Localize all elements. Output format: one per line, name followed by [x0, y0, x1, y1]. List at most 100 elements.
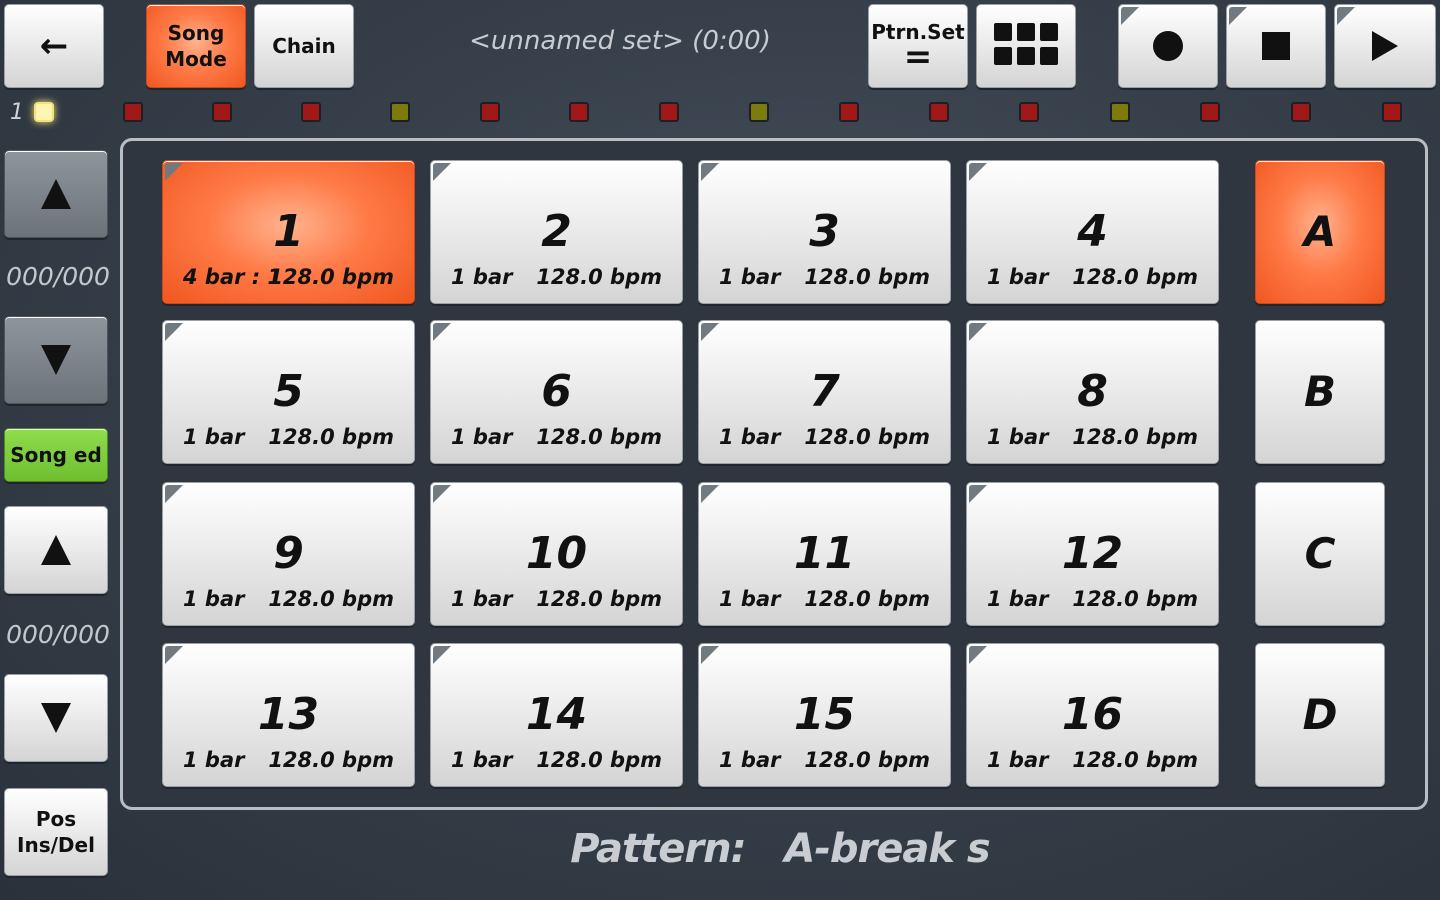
pad-bar-length: 4 bar : 1: [183, 265, 283, 289]
pattern-pad-8[interactable]: 8 1 bar 128.0 bpm: [966, 320, 1219, 464]
bank-button-a[interactable]: A: [1255, 160, 1385, 304]
pad-number: 16: [1061, 689, 1124, 740]
scroll-down-button-2[interactable]: [4, 674, 108, 762]
pad-bar-length: 1 bar: [183, 425, 245, 449]
song-mode-label-line1: Song: [167, 21, 225, 45]
pad-tempo: 128.0 bpm: [268, 748, 394, 772]
pad-number: 9: [273, 528, 304, 579]
bank-button-d[interactable]: D: [1255, 643, 1385, 787]
pattern-set-button[interactable]: Ptrn.Set =: [868, 4, 968, 88]
pad-bar-length: 1 bar: [451, 425, 513, 449]
step-led: [659, 102, 679, 122]
pad-number: 3: [809, 206, 840, 257]
set-title: <unnamed set> (0:00): [469, 26, 771, 56]
pad-bar-length: 1 bar: [719, 265, 781, 289]
pattern-pad-10[interactable]: 10 1 bar 128.0 bpm: [430, 482, 683, 626]
pad-number: 12: [1061, 528, 1124, 579]
pos-label-line1: Pos: [35, 807, 77, 831]
stop-icon: [1262, 32, 1290, 60]
step-led: [929, 102, 949, 122]
chain-button[interactable]: Chain: [254, 4, 354, 88]
pattern-pad-6[interactable]: 6 1 bar 128.0 bpm: [430, 320, 683, 464]
bank-button-b[interactable]: B: [1255, 320, 1385, 464]
pad-number: 2: [541, 206, 572, 257]
song-edit-label: Song ed: [10, 443, 102, 467]
back-arrow-icon: ←: [39, 26, 69, 66]
step-led: [212, 102, 232, 122]
pad-tempo: 128.0 bpm: [268, 265, 394, 289]
pad-number: 6: [541, 366, 572, 417]
scroll-up-button-2[interactable]: [4, 506, 108, 594]
pad-number: 4: [1077, 206, 1108, 257]
triangle-up-icon: [41, 179, 71, 209]
back-button[interactable]: ←: [4, 4, 104, 88]
triangle-up-icon: [41, 535, 71, 565]
pattern-pad-2[interactable]: 2 1 bar 128.0 bpm: [430, 160, 683, 304]
step-led-row: [0, 101, 1440, 125]
pad-number: 5: [273, 366, 304, 417]
bank-label: B: [1303, 367, 1336, 416]
step-led: [301, 102, 321, 122]
pad-tempo: 128.0 bpm: [536, 425, 662, 449]
pattern-pad-5[interactable]: 5 1 bar 128.0 bpm: [162, 320, 415, 464]
pad-bar-length: 1 bar: [987, 265, 1049, 289]
pad-tempo: 128.0 bpm: [536, 587, 662, 611]
play-icon: [1372, 31, 1398, 61]
pad-bar-length: 1 bar: [987, 425, 1049, 449]
song-mode-label-line2: Mode: [165, 47, 227, 71]
pad-tempo: 128.0 bpm: [804, 425, 930, 449]
pattern-label: Pattern:: [570, 826, 746, 872]
play-button[interactable]: [1334, 4, 1436, 88]
record-button[interactable]: [1118, 4, 1218, 88]
chain-label: Chain: [272, 34, 336, 58]
pattern-pad-7[interactable]: 7 1 bar 128.0 bpm: [698, 320, 951, 464]
pad-number: 13: [257, 689, 320, 740]
equals-icon: =: [903, 37, 933, 77]
pattern-pad-15[interactable]: 15 1 bar 128.0 bpm: [698, 643, 951, 787]
grid-view-button[interactable]: [976, 4, 1076, 88]
pad-number: 7: [809, 366, 840, 417]
pad-bar-length: 1 bar: [719, 587, 781, 611]
pad-bar-length: 1 bar: [183, 748, 245, 772]
step-led: [1019, 102, 1039, 122]
pos-label-line2: Ins/Del: [17, 833, 95, 857]
pad-tempo: 128.0 bpm: [1072, 587, 1198, 611]
song-position-counter-bottom: 000/000: [6, 620, 110, 649]
step-led: [1291, 102, 1311, 122]
grid-icon: [994, 23, 1058, 69]
pattern-pad-4[interactable]: 4 1 bar 128.0 bpm: [966, 160, 1219, 304]
step-led: [749, 102, 769, 122]
pad-number: 14: [525, 689, 588, 740]
bank-button-c[interactable]: C: [1255, 482, 1385, 626]
bank-label: A: [1303, 207, 1337, 256]
pattern-pad-9[interactable]: 9 1 bar 128.0 bpm: [162, 482, 415, 626]
pad-number: 15: [793, 689, 856, 740]
step-led: [1110, 102, 1130, 122]
pattern-pad-13[interactable]: 13 1 bar 128.0 bpm: [162, 643, 415, 787]
song-edit-button[interactable]: Song ed: [4, 428, 108, 482]
stop-button[interactable]: [1226, 4, 1326, 88]
pad-tempo: 128.0 bpm: [268, 587, 394, 611]
step-led: [569, 102, 589, 122]
pad-number: 11: [793, 528, 856, 579]
step-led: [839, 102, 859, 122]
pattern-pad-1[interactable]: 1 4 bar : 1 128.0 bpm: [162, 160, 415, 304]
position-insert-delete-button[interactable]: Pos Ins/Del: [4, 788, 108, 876]
pattern-pad-12[interactable]: 12 1 bar 128.0 bpm: [966, 482, 1219, 626]
scroll-down-button-1[interactable]: [4, 316, 108, 404]
pattern-pad-3[interactable]: 3 1 bar 128.0 bpm: [698, 160, 951, 304]
pad-tempo: 128.0 bpm: [536, 265, 662, 289]
pattern-pad-11[interactable]: 11 1 bar 128.0 bpm: [698, 482, 951, 626]
song-mode-button[interactable]: Song Mode: [146, 4, 246, 88]
step-led: [34, 102, 54, 122]
step-led: [480, 102, 500, 122]
pad-bar-length: 1 bar: [451, 265, 513, 289]
step-led: [390, 102, 410, 122]
pattern-pad-14[interactable]: 14 1 bar 128.0 bpm: [430, 643, 683, 787]
scroll-up-button-1[interactable]: [4, 150, 108, 238]
pad-bar-length: 1 bar: [987, 748, 1049, 772]
pad-tempo: 128.0 bpm: [1072, 425, 1198, 449]
pattern-pad-16[interactable]: 16 1 bar 128.0 bpm: [966, 643, 1219, 787]
pad-tempo: 128.0 bpm: [1072, 265, 1198, 289]
pad-tempo: 128.0 bpm: [804, 587, 930, 611]
